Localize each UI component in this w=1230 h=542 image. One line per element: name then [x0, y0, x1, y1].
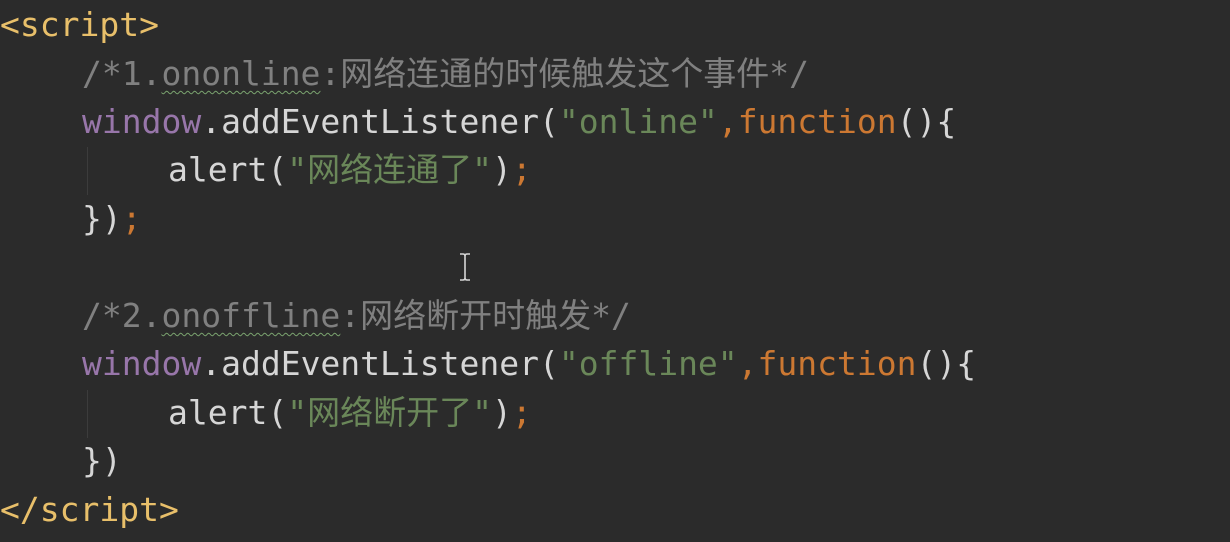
tag-name: script [19, 5, 140, 44]
code-line-7: /*2.onoffline:网络断开时触发*/ [0, 293, 1230, 339]
window-object: window [82, 102, 202, 141]
paren: ( [538, 344, 559, 383]
paren: ( [267, 393, 288, 432]
tag-name: script [39, 490, 159, 529]
semicolon: ; [511, 393, 532, 432]
alert-string: "网络连通了" [287, 150, 492, 189]
method-name: addEventListener [221, 344, 539, 383]
semicolon: ; [121, 199, 142, 238]
paren: ( [267, 150, 288, 189]
code-line-9: alert("网络断开了"); [0, 390, 1230, 436]
code-line-3: window.addEventListener("online",functio… [0, 99, 1230, 145]
paren: ) [491, 150, 512, 189]
code-line-5: }); [0, 196, 1230, 242]
code-line-10: }) [0, 438, 1230, 484]
alert-call: alert [168, 393, 268, 432]
dot: . [201, 344, 222, 383]
method-name: addEventListener [221, 102, 539, 141]
tag-bracket: > [158, 490, 179, 529]
tag-bracket: < [0, 5, 20, 44]
event-string: "online" [558, 102, 718, 141]
code-line-2: /*1.ononline:网络连通的时候触发这个事件*/ [0, 51, 1230, 97]
code-editor[interactable]: <script> /*1.ononline:网络连通的时候触发这个事件*/ wi… [0, 0, 1230, 542]
tag-bracket: </ [0, 490, 40, 529]
paren: ) [491, 393, 512, 432]
comment-misspelled-word: onoffline [161, 296, 341, 335]
paren-brace: (){ [916, 344, 977, 383]
comment-text: :网络断开时触发*/ [340, 296, 631, 335]
tag-bracket: > [139, 5, 159, 44]
function-keyword: function [737, 102, 897, 141]
event-string: "offline" [558, 344, 738, 383]
closing-brace: }) [82, 199, 122, 238]
window-object: window [82, 344, 202, 383]
dot: . [201, 102, 222, 141]
code-line-11: </script> [0, 487, 1230, 533]
closing-brace: }) [82, 441, 122, 480]
semicolon: ; [511, 150, 532, 189]
alert-call: alert [168, 150, 268, 189]
comma: , [717, 102, 738, 141]
i-beam-cursor-icon [458, 250, 472, 281]
code-line-1: <script> [0, 2, 1230, 48]
comment-text: :网络连通的时候触发这个事件*/ [320, 54, 810, 93]
function-keyword: function [757, 344, 917, 383]
comment-misspelled-word: ononline [161, 54, 321, 93]
comment-text: /*1. [82, 54, 162, 93]
paren: ( [538, 102, 559, 141]
paren-brace: (){ [896, 102, 957, 141]
code-line-8: window.addEventListener("offline",functi… [0, 341, 1230, 387]
comment-text: /*2. [82, 296, 162, 335]
code-line-4: alert("网络连通了"); [0, 147, 1230, 193]
comma: , [737, 344, 758, 383]
alert-string: "网络断开了" [287, 393, 492, 432]
